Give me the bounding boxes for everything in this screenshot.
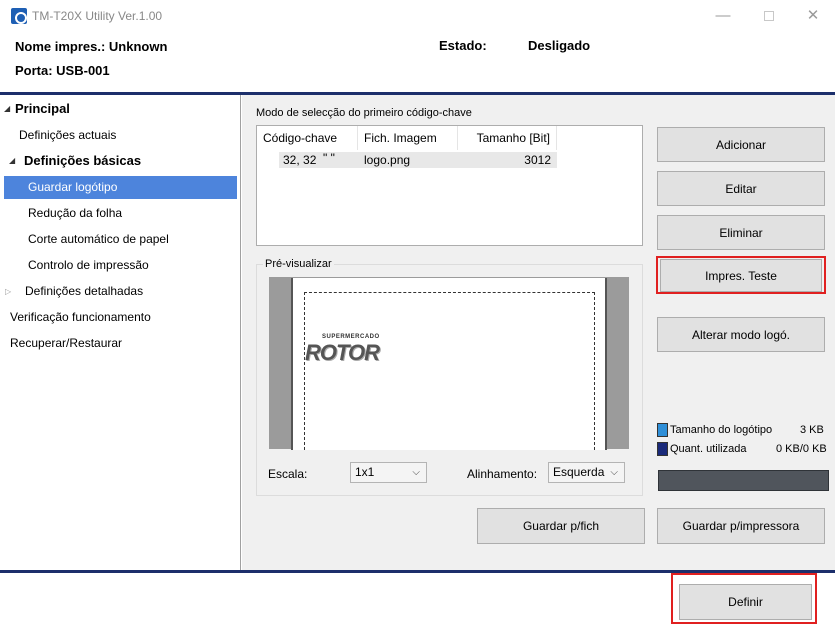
preview-logo: ROTOR: [305, 340, 380, 365]
edit-button[interactable]: Editar: [657, 171, 825, 206]
column-header-image-file[interactable]: Fich. Imagem: [358, 126, 458, 150]
change-logo-mode-button[interactable]: Alterar modo logó.: [657, 317, 825, 352]
sidebar-item-principal[interactable]: Principal: [15, 101, 70, 116]
maximize-icon[interactable]: [746, 0, 792, 32]
logo-size-label: Tamanho do logótipo: [670, 424, 773, 436]
sidebar-item-auto-cut[interactable]: Corte automático de papel: [28, 232, 169, 246]
sidebar-item-label: Guardar logótipo: [28, 180, 118, 194]
list-caption: Modo de selecção do primeiro código-chav…: [256, 107, 472, 119]
status-label: Estado:: [439, 38, 487, 53]
chevron-down-icon: ⌵: [412, 467, 420, 478]
cell-keycode: 32, 32: [283, 153, 317, 167]
sidebar-item-backup-restore[interactable]: Recuperar/Restaurar: [10, 336, 122, 350]
sidebar-item-save-logo[interactable]: Guardar logótipo: [4, 176, 237, 199]
sidebar-item-operation-check[interactable]: Verificação funcionamento: [10, 310, 151, 324]
title-bar: TM-T20X Utility Ver.1.00 — ✕: [0, 0, 835, 32]
chevron-down-icon: ⌵: [610, 467, 618, 478]
highlight-outline: [656, 256, 826, 294]
close-icon[interactable]: ✕: [790, 0, 835, 32]
sidebar-item-current-settings[interactable]: Definições actuais: [19, 128, 116, 142]
save-to-file-button[interactable]: Guardar p/fich: [477, 508, 645, 544]
used-amount-label: Quant. utilizada: [670, 443, 747, 455]
add-button[interactable]: Adicionar: [657, 127, 825, 162]
collapse-triangle-icon: ◢: [9, 156, 16, 165]
window-title: TM-T20X Utility Ver.1.00: [32, 9, 163, 23]
sidebar-item-detailed-settings[interactable]: Definições detalhadas: [25, 284, 143, 298]
scale-select[interactable]: 1x1 ⌵: [350, 462, 427, 483]
printer-port: Porta: USB-001: [15, 63, 110, 78]
used-amount-value: 0 KB/0 KB: [776, 443, 827, 455]
alignment-value: Esquerda: [553, 465, 605, 479]
scale-label: Escala:: [268, 467, 308, 481]
minimize-icon[interactable]: —: [700, 0, 746, 32]
cell-key-chars: " ": [323, 151, 335, 165]
save-to-printer-button[interactable]: Guardar p/impressora: [657, 508, 825, 544]
expand-triangle-icon[interactable]: ▷: [5, 287, 11, 296]
sidebar: ◢ Principal Definições actuais ◢ Definiç…: [0, 95, 241, 570]
column-header-size[interactable]: Tamanho [Bit]: [458, 126, 557, 150]
preview-caption: Pré-visualizar: [263, 258, 334, 270]
scale-value: 1x1: [355, 465, 375, 479]
app-icon: [11, 8, 27, 24]
logo-size-swatch: [657, 423, 668, 437]
cell-image-file: logo.png: [364, 153, 411, 167]
alignment-label: Alinhamento:: [467, 467, 538, 481]
logo-size-value: 3 KB: [800, 424, 824, 436]
table-row[interactable]: 32, 32 " " logo.png 3012: [279, 151, 557, 168]
highlight-outline: [671, 573, 817, 624]
sidebar-item-print-control[interactable]: Controlo de impressão: [28, 258, 149, 272]
alignment-select[interactable]: Esquerda ⌵: [548, 462, 625, 483]
sidebar-item-paper-reduction[interactable]: Redução da folha: [28, 206, 122, 220]
keycode-list[interactable]: Código-chave Fich. Imagem Tamanho [Bit] …: [256, 125, 643, 246]
used-amount-swatch: [657, 442, 668, 456]
sidebar-item-basic-settings[interactable]: Definições básicas: [24, 153, 141, 168]
collapse-triangle-icon: ◢: [4, 104, 11, 113]
usage-bar: [658, 470, 829, 491]
delete-button[interactable]: Eliminar: [657, 215, 825, 250]
cell-size: 3012: [524, 153, 551, 167]
status-value: Desligado: [528, 38, 591, 53]
printer-name: Nome impres.: Unknown: [15, 39, 168, 54]
print-area-outline: [304, 292, 595, 450]
column-header-keycode[interactable]: Código-chave: [257, 126, 358, 150]
